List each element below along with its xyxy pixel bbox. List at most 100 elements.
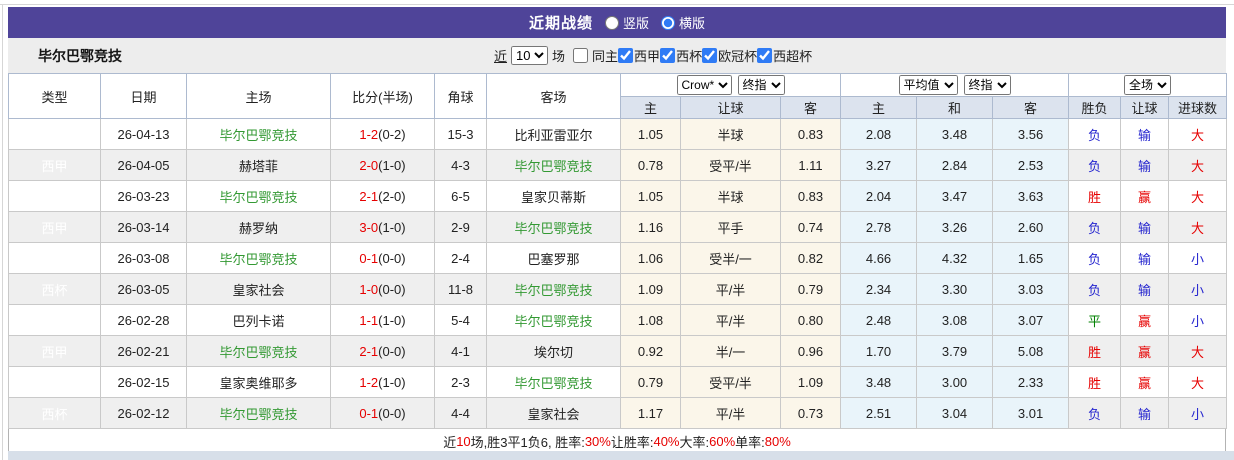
summary-text: 单率: — [735, 434, 765, 450]
euro-draw-odds: 3.08 — [916, 304, 994, 336]
match-row: 西甲 26-03-23 毕尔巴鄂竞技 2-1(2-0) 6-5 皇家贝蒂斯 1.05 半球 0.… — [8, 180, 1228, 212]
score-cell: 2-0(1-0) — [330, 149, 435, 181]
euro-away-odds: 3.63 — [992, 180, 1070, 212]
corners: 6-5 — [434, 180, 487, 212]
league-label: 西杯 — [676, 49, 703, 64]
match-row: 西甲 26-04-05 赫塔菲 2-0(1-0) 4-3 毕尔巴鄂竞技 0.78 受平/半 1.… — [8, 149, 1228, 181]
league-checkbox[interactable] — [757, 48, 773, 63]
away-team: 巴塞罗那 — [486, 242, 621, 274]
title-bar: 近期战绩 竖版 横版 — [8, 7, 1226, 38]
corners: 2-4 — [434, 242, 487, 274]
full-time-score: 1-2 — [359, 374, 379, 390]
match-row: 西甲 26-02-28 巴列卡诺 1-1(1-0) 5-4 毕尔巴鄂竞技 1.08 平/半 0.… — [8, 304, 1228, 336]
league-filter[interactable]: 西甲 — [618, 46, 660, 65]
corners: 4-3 — [434, 149, 487, 181]
match-row: 西甲 26-03-14 赫罗纳 3-0(1-0) 2-9 毕尔巴鄂竞技 1.16 平手 0.74… — [8, 211, 1228, 243]
league-badge: 西甲 — [8, 304, 101, 336]
handicap-time-select[interactable]: 终指 — [737, 75, 785, 95]
result-goals: 小 — [1168, 242, 1228, 274]
league-checkbox[interactable] — [660, 48, 676, 63]
same-home-filter[interactable]: 同主 — [565, 46, 618, 65]
summary-stat-value: 10 — [456, 433, 471, 449]
summary-stat-value: 80% — [764, 433, 791, 449]
match-date: 26-04-05 — [100, 149, 187, 181]
full-time-score: 1-0 — [359, 281, 379, 297]
near-link[interactable]: 近 — [494, 46, 507, 65]
results-table: 类型 日期 主场 比分(半场) 角球 客场 Crow* 终指 平均值 终指 全场 主… — [8, 73, 1228, 429]
corners: 4-1 — [434, 335, 487, 367]
handicap-away-odds: 0.79 — [779, 273, 842, 305]
handicap-line: 受平/半 — [680, 149, 781, 181]
summary-stat-value: 30% — [584, 433, 611, 449]
euro-draw-odds: 4.32 — [916, 242, 994, 274]
layout-option-horizontal[interactable]: 横版 — [661, 13, 705, 32]
league-filter[interactable]: 西超杯 — [757, 46, 812, 65]
euro-draw-odds: 3.26 — [916, 211, 994, 243]
half-time-score: (0-0) — [378, 343, 406, 359]
same-home-checkbox[interactable] — [573, 48, 589, 63]
score-cell: 1-1(1-0) — [330, 304, 435, 336]
euro-home-odds: 2.34 — [840, 273, 918, 305]
horizontal-layout-label: 横版 — [679, 16, 706, 31]
euro-away-odds: 3.03 — [992, 273, 1070, 305]
league-badge: 西甲 — [8, 366, 101, 398]
half-time-score: (0-0) — [378, 405, 406, 421]
handicap-line: 半球 — [680, 118, 781, 150]
away-team: 毕尔巴鄂竞技 — [486, 273, 621, 305]
scope-select[interactable]: 全场 — [1124, 75, 1172, 95]
handicap-away-odds: 1.09 — [779, 366, 842, 398]
league-filter[interactable]: 欧冠杯 — [702, 46, 757, 65]
result-handicap: 赢 — [1120, 180, 1170, 212]
home-team: 毕尔巴鄂竞技 — [186, 397, 331, 429]
match-date: 26-02-21 — [100, 335, 187, 367]
half-time-score: (0-2) — [378, 126, 406, 142]
col-header-result-handicap: 让球 — [1120, 96, 1170, 119]
handicap-away-odds: 0.83 — [779, 180, 842, 212]
result-wdl: 胜 — [1068, 335, 1122, 367]
handicap-company-select[interactable]: Crow* — [676, 75, 732, 95]
league-checkbox[interactable] — [618, 48, 634, 63]
euro-draw-odds: 3.04 — [916, 397, 994, 429]
result-wdl: 胜 — [1068, 366, 1122, 398]
vertical-layout-label: 竖版 — [622, 16, 649, 31]
handicap-home-odds: 1.08 — [620, 304, 681, 336]
result-wdl: 负 — [1068, 273, 1122, 305]
team-filter-bar: 毕尔巴鄂竞技 近 10 场 同主 西甲 西杯 欧冠杯 西超杯 — [8, 38, 1226, 73]
euro-time-select[interactable]: 终指 — [963, 75, 1011, 95]
home-team: 皇家奥维耶多 — [186, 366, 331, 398]
league-label: 欧冠杯 — [718, 49, 758, 64]
match-date: 26-03-05 — [100, 273, 187, 305]
league-badge: 西甲 — [8, 118, 101, 150]
result-handicap: 赢 — [1120, 304, 1170, 336]
match-count-select[interactable]: 10 — [511, 46, 549, 65]
layout-option-vertical[interactable]: 竖版 — [604, 13, 649, 32]
league-badge: 西杯 — [8, 397, 101, 429]
scope-dropdown-cell: 全场 — [1068, 73, 1228, 97]
summary-text: 让胜率: — [610, 434, 654, 450]
away-team: 毕尔巴鄂竞技 — [486, 149, 621, 181]
col-header-result-goals: 进球数 — [1168, 96, 1228, 119]
vertical-layout-radio[interactable] — [604, 15, 619, 30]
euro-away-odds: 3.07 — [992, 304, 1070, 336]
result-wdl: 负 — [1068, 397, 1122, 429]
result-handicap: 输 — [1120, 273, 1170, 305]
col-header-score: 比分(半场) — [330, 73, 435, 119]
result-goals: 小 — [1168, 397, 1228, 429]
page-top-divider — [0, 4, 1234, 5]
league-badge: 西甲 — [8, 180, 101, 212]
euro-draw-odds: 3.47 — [916, 180, 994, 212]
euro-company-select[interactable]: 平均值 — [898, 75, 958, 95]
handicap-line: 平手 — [680, 211, 781, 243]
team-name: 毕尔巴鄂竞技 — [38, 47, 122, 64]
result-goals: 大 — [1168, 180, 1228, 212]
handicap-home-odds: 1.05 — [620, 118, 681, 150]
euro-home-odds: 2.08 — [840, 118, 918, 150]
home-team: 毕尔巴鄂竞技 — [186, 242, 331, 274]
league-filter[interactable]: 西杯 — [660, 46, 702, 65]
handicap-home-odds: 0.92 — [620, 335, 681, 367]
score-cell: 1-2(1-0) — [330, 366, 435, 398]
league-checkbox[interactable] — [702, 48, 718, 63]
horizontal-layout-radio[interactable] — [661, 15, 675, 30]
col-header-corners: 角球 — [434, 73, 487, 119]
result-handicap: 输 — [1120, 211, 1170, 243]
